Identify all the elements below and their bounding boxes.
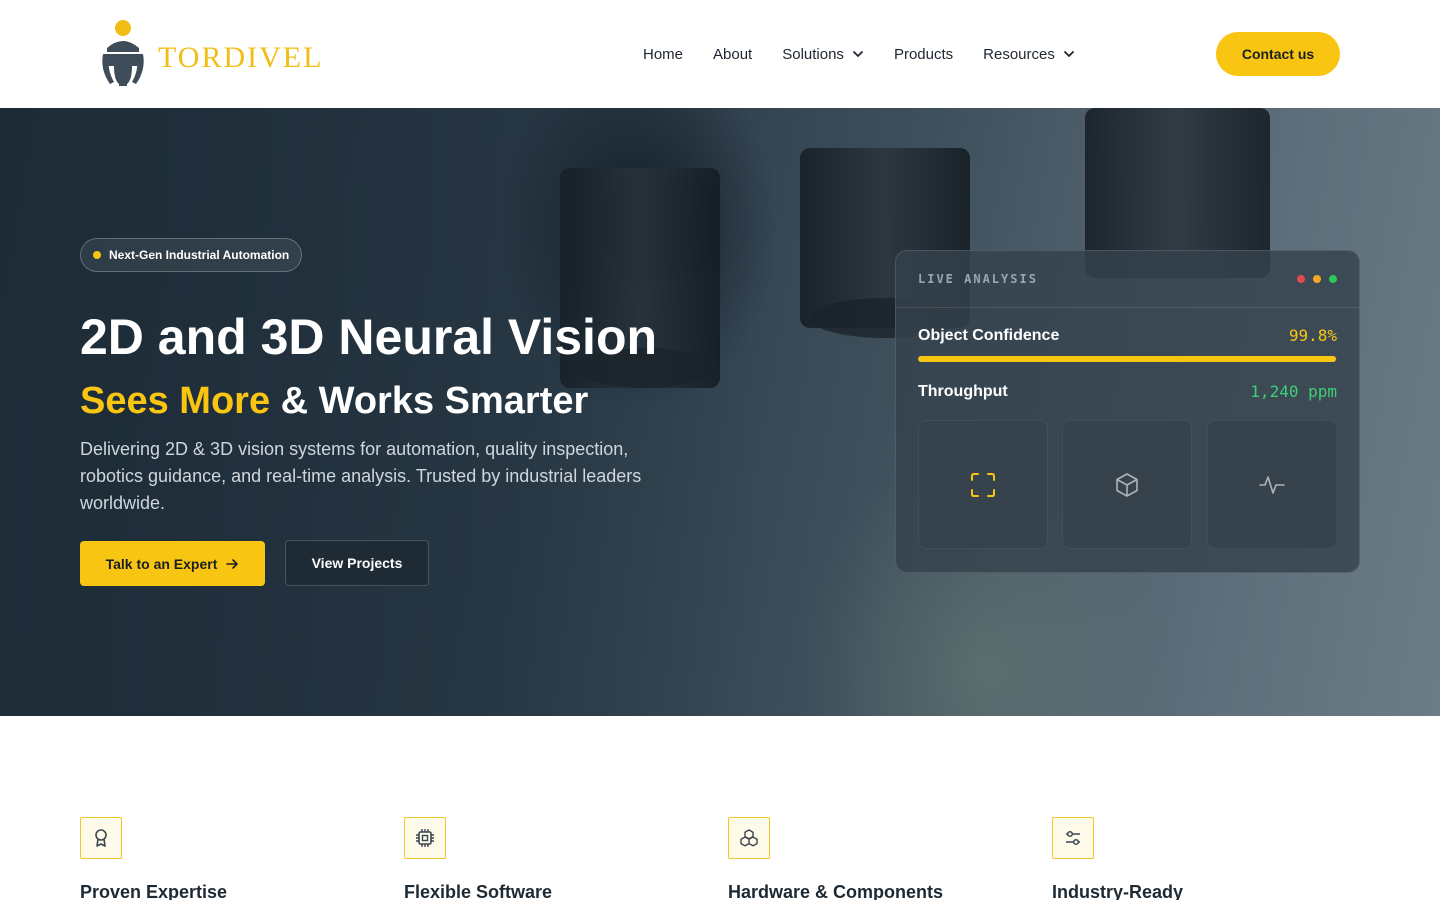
talk-to-expert-button[interactable]: Talk to an Expert [80,541,265,586]
brand-logo[interactable]: TORDIVEL [98,18,323,90]
feature-title: Hardware & Components [728,882,944,900]
confidence-value: 99.8% [1288,326,1337,345]
throughput-label: Throughput [918,382,1008,400]
cube-icon [1116,472,1138,497]
confidence-progress-bar [918,356,1337,362]
feature-flexible-software: Flexible Software [404,817,704,900]
nav-resources[interactable]: Resources [983,46,1075,63]
hero-subtitle: Sees More & Works Smarter [80,380,588,423]
nav-solutions-label: Solutions [782,45,844,63]
chevron-down-icon [1063,48,1075,60]
card-header: LIVE ANALYSIS [896,251,1359,308]
hero-title: 2D and 3D Neural Vision [80,309,658,365]
confidence-progress-fill [918,356,1337,362]
hero-description: Delivering 2D & 3D vision systems for au… [80,439,642,513]
hero-subtitle-rest: & Works Smarter [270,380,589,422]
nav-home[interactable]: Home [643,46,683,63]
nav-solutions[interactable]: Solutions [782,46,864,63]
activity-tile[interactable] [1207,420,1337,549]
nav-resources-label: Resources [983,45,1055,63]
arrow-right-icon [225,557,239,571]
hero-section: Next-Gen Industrial Automation 2D and 3D… [0,108,1440,716]
feature-title: Proven Expertise [80,882,228,900]
scan-tile[interactable] [918,420,1048,549]
feature-title: Industry-Ready [1052,882,1184,900]
brand-name: TORDIVEL [158,41,324,74]
award-icon [80,817,122,859]
scan-frame-icon [971,472,995,497]
sliders-icon [1052,817,1094,859]
badge-dot-icon [93,251,101,259]
nav-about[interactable]: About [713,46,752,63]
activity-pulse-icon [1259,475,1285,494]
talk-to-expert-label: Talk to an Expert [105,555,218,572]
main-nav: Home About Solutions Products Resources [643,43,1105,65]
feature-title: Flexible Software [404,882,553,900]
live-analysis-card: LIVE ANALYSIS Object Confidence 99.8% Th… [895,250,1360,573]
window-dots [1289,275,1337,283]
feature-proven-expertise: Proven Expertise [80,817,380,900]
nav-products[interactable]: Products [894,46,953,63]
3d-tile[interactable] [1062,420,1192,549]
hero-subtitle-highlight: Sees More [80,380,271,422]
feature-hardware-components: Hardware & Components [728,817,1028,900]
red-dot-icon [1297,275,1305,283]
cpu-chip-icon [404,817,446,859]
view-projects-button[interactable]: View Projects [285,540,429,586]
card-title: LIVE ANALYSIS [918,272,1038,286]
throughput-metric: Throughput 1,240 ppm [918,382,1337,401]
badge-label: Next-Gen Industrial Automation [109,248,290,262]
confidence-label: Object Confidence [918,326,1060,344]
throughput-value: 1,240 ppm [1250,382,1337,401]
site-header: TORDIVEL Home About Solutions Products R… [0,0,1440,108]
nav-home-label: Home [643,45,684,63]
hero-badge: Next-Gen Industrial Automation [80,238,302,272]
nav-products-label: Products [893,45,954,63]
chevron-down-icon [852,48,864,60]
beetle-logo-icon [102,20,144,86]
confidence-metric: Object Confidence 99.8% [918,326,1337,345]
orange-dot-icon [1313,275,1321,283]
green-dot-icon [1329,275,1337,283]
contact-button[interactable]: Contact us [1216,32,1340,76]
nav-about-label: About [713,45,753,63]
components-icon [728,817,770,859]
feature-industry-ready: Industry-Ready [1052,817,1352,900]
